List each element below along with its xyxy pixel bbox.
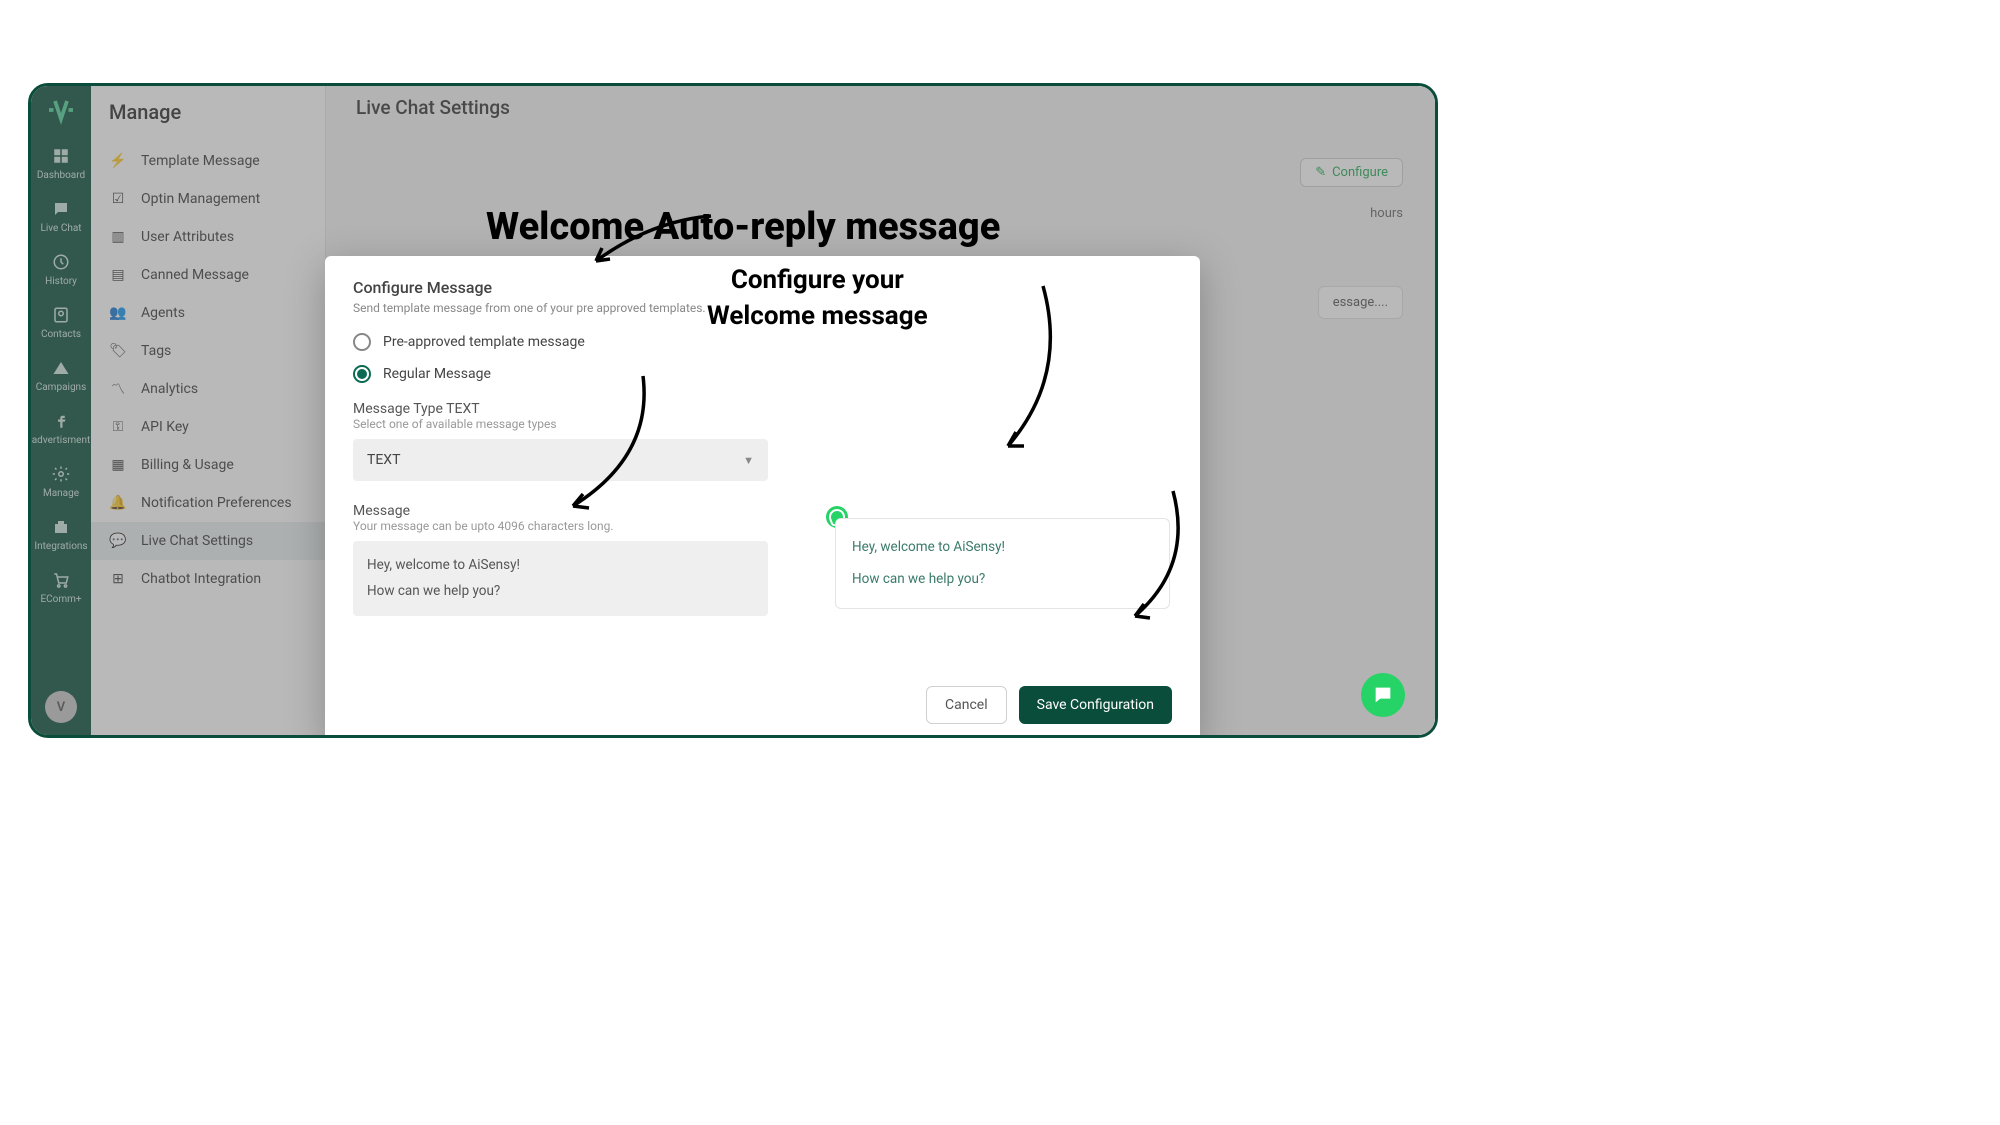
integrations-icon	[51, 517, 71, 537]
note-icon: ▤	[109, 266, 127, 284]
message-chip[interactable]: essage....	[1318, 286, 1403, 319]
chat-settings-icon: 💬	[109, 532, 127, 550]
subnav-label: Billing & Usage	[141, 457, 234, 473]
checkbox-icon: ☑	[109, 190, 127, 208]
subnav-analytics[interactable]: 〽 Analytics	[91, 370, 325, 408]
app-frame: Dashboard Live Chat History Contacts Cam…	[28, 83, 1438, 738]
dashboard-icon	[51, 146, 71, 166]
save-configuration-button[interactable]: Save Configuration	[1019, 686, 1172, 724]
subnav-label: Canned Message	[141, 267, 249, 283]
subnav-live-chat-settings[interactable]: 💬 Live Chat Settings	[91, 522, 325, 560]
configure-label: Configure	[1332, 165, 1388, 180]
message-type-label: Message Type TEXT	[353, 401, 1172, 417]
chat-bubble-icon	[1372, 684, 1394, 706]
nav-label: Manage	[43, 488, 79, 499]
subnav-title: Manage	[91, 92, 325, 142]
hours-text: hours	[1370, 206, 1403, 221]
manage-subnav: Manage ⚡ Template Message ☑ Optin Manageme…	[91, 86, 326, 735]
subnav-canned-message[interactable]: ▤ Canned Message	[91, 256, 325, 294]
annotation-line: Welcome message	[707, 301, 928, 331]
bolt-icon: ⚡	[109, 152, 127, 170]
nav-label: Live Chat	[40, 223, 81, 234]
nav-rail: Dashboard Live Chat History Contacts Cam…	[31, 86, 91, 735]
message-label: Message	[353, 503, 1172, 519]
nav-label: Contacts	[41, 329, 81, 340]
nav-manage[interactable]: Manage	[31, 464, 91, 499]
plus-box-icon: ⊞	[109, 570, 127, 588]
subnav-chatbot-integration[interactable]: ⊞ Chatbot Integration	[91, 560, 325, 598]
subnav-notifications[interactable]: 🔔 Notification Preferences	[91, 484, 325, 522]
subnav-label: Agents	[141, 305, 185, 321]
annotation-subtitle: Configure your Welcome message	[707, 262, 928, 335]
nav-dashboard[interactable]: Dashboard	[31, 146, 91, 181]
nav-integrations[interactable]: Integrations	[31, 517, 91, 552]
subnav-label: Notification Preferences	[141, 495, 292, 511]
message-preview: Hey, welcome to AiSensy! How can we help…	[835, 518, 1170, 609]
subnav-api-key[interactable]: ⚿ API Key	[91, 408, 325, 446]
chevron-down-icon: ▼	[743, 454, 754, 467]
nav-history[interactable]: History	[31, 252, 91, 287]
subnav-label: User Attributes	[141, 229, 234, 245]
key-icon: ⚿	[109, 418, 127, 436]
message-type-sub: Select one of available message types	[353, 417, 1172, 431]
subnav-agents[interactable]: 👥 Agents	[91, 294, 325, 332]
subnav-optin-management[interactable]: ☑ Optin Management	[91, 180, 325, 218]
modal-actions: Cancel Save Configuration	[926, 686, 1172, 724]
radio-regular[interactable]: Regular Message	[353, 365, 1172, 383]
nav-campaigns[interactable]: Campaigns	[31, 358, 91, 393]
chart-icon: 〽	[109, 380, 127, 398]
nav-label: advertisment	[32, 435, 91, 446]
nav-label: EComm+	[40, 594, 81, 605]
facebook-icon	[51, 411, 71, 431]
subnav-label: Chatbot Integration	[141, 571, 261, 587]
cart-icon	[51, 570, 71, 590]
nav-label: Campaigns	[36, 382, 87, 393]
radio-preapproved[interactable]: Pre-approved template message	[353, 333, 1172, 351]
gear-icon	[51, 464, 71, 484]
billing-icon: ▦	[109, 456, 127, 474]
nav-ecomm[interactable]: EComm+	[31, 570, 91, 605]
help-chat-fab[interactable]	[1361, 673, 1405, 717]
people-icon: 👥	[109, 304, 127, 322]
nav-label: Integrations	[34, 541, 87, 552]
bell-icon: 🔔	[109, 494, 127, 512]
subnav-label: Optin Management	[141, 191, 260, 207]
subnav-label: Template Message	[141, 153, 260, 169]
subnav-template-message[interactable]: ⚡ Template Message	[91, 142, 325, 180]
subnav-tags[interactable]: 🏷 Tags	[91, 332, 325, 370]
message-textarea[interactable]: Hey, welcome to AiSensy! How can we help…	[353, 541, 768, 616]
history-icon	[51, 252, 71, 272]
page-title: Live Chat Settings	[356, 96, 1405, 119]
subnav-label: Live Chat Settings	[141, 533, 253, 549]
subnav-label: Tags	[141, 343, 171, 359]
radio-icon	[353, 365, 371, 383]
nav-contacts[interactable]: Contacts	[31, 305, 91, 340]
nav-label: History	[45, 276, 77, 287]
app-logo-icon	[43, 92, 79, 128]
subnav-label: API Key	[141, 419, 189, 435]
select-value: TEXT	[367, 452, 400, 468]
contacts-icon	[51, 305, 71, 325]
radio-label: Regular Message	[383, 366, 491, 382]
nav-live-chat[interactable]: Live Chat	[31, 199, 91, 234]
chat-icon	[51, 199, 71, 219]
nav-advertisment[interactable]: advertisment	[31, 411, 91, 446]
annotation-line: Configure your	[731, 265, 904, 295]
campaigns-icon	[51, 358, 71, 378]
bars-icon: ▥	[109, 228, 127, 246]
annotation-title: Welcome Auto-reply message	[486, 205, 1000, 249]
nav-label: Dashboard	[37, 170, 85, 181]
tag-icon: 🏷	[109, 342, 127, 360]
cancel-button[interactable]: Cancel	[926, 686, 1007, 724]
configure-button[interactable]: ✎ Configure	[1300, 158, 1403, 187]
user-avatar[interactable]: V	[45, 691, 77, 723]
subnav-label: Analytics	[141, 381, 198, 397]
radio-icon	[353, 333, 371, 351]
pencil-icon: ✎	[1315, 165, 1326, 180]
subnav-user-attributes[interactable]: ▥ User Attributes	[91, 218, 325, 256]
radio-label: Pre-approved template message	[383, 334, 585, 350]
message-type-select[interactable]: TEXT ▼	[353, 439, 768, 481]
subnav-billing[interactable]: ▦ Billing & Usage	[91, 446, 325, 484]
